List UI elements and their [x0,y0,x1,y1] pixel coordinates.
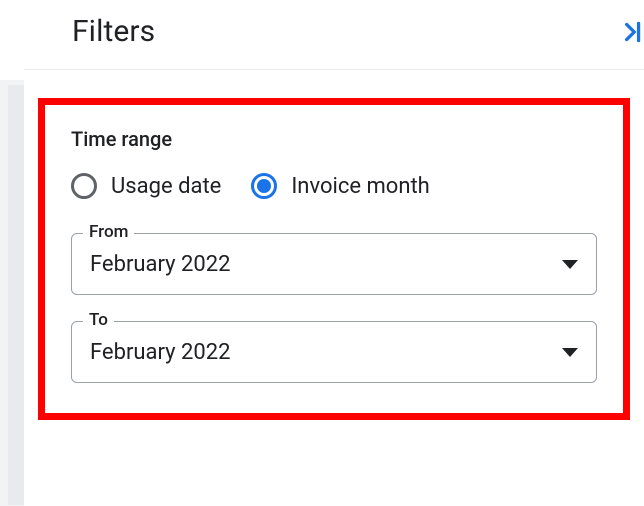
filters-title: Filters [72,14,155,49]
from-select[interactable]: February 2022 [71,233,597,295]
radio-usage-date[interactable]: Usage date [71,173,221,199]
from-value: February 2022 [90,252,230,277]
to-value: February 2022 [90,340,230,365]
filters-panel: Filters Time range Usage date Invoice mo… [24,0,644,506]
from-field: From February 2022 [71,233,597,295]
chevron-collapse-icon [618,19,644,45]
collapse-panel-button[interactable] [618,19,644,45]
to-field: To February 2022 [71,321,597,383]
radio-circle-icon [71,173,97,199]
from-label: From [83,222,134,242]
time-range-title: Time range [71,127,597,151]
time-range-section: Time range Usage date Invoice month From… [38,98,630,420]
to-label: To [83,310,114,330]
radio-circle-icon [251,173,277,199]
radio-invoice-month[interactable]: Invoice month [251,173,429,199]
caret-down-icon [562,260,578,269]
radio-usage-date-label: Usage date [111,174,221,199]
caret-down-icon [562,348,578,357]
time-range-radio-group: Usage date Invoice month [71,173,597,199]
to-select[interactable]: February 2022 [71,321,597,383]
filters-header: Filters [24,0,644,70]
inner-gutter [8,85,24,505]
radio-invoice-month-label: Invoice month [291,174,429,199]
